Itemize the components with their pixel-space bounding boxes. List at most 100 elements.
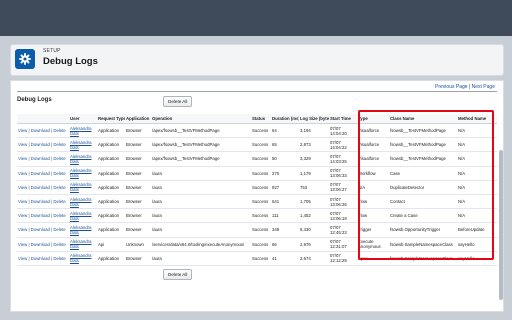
- cell-duration: 50: [271, 151, 299, 167]
- user-link[interactable]: Aleksandra Dats: [70, 126, 96, 136]
- cell-method-name: N/A: [457, 137, 497, 153]
- cell-log-size: 2,976: [299, 237, 329, 252]
- view-link[interactable]: View: [18, 156, 27, 161]
- separator: |: [27, 170, 30, 176]
- cell-type: Apex: [357, 251, 389, 266]
- column-header-duration[interactable]: Duration (ms): [271, 114, 299, 124]
- pager-separator: |: [468, 84, 471, 90]
- cell-request-type: Application: [97, 137, 125, 153]
- column-header-type[interactable]: Type: [357, 114, 389, 124]
- download-link[interactable]: Download: [31, 171, 50, 176]
- view-link[interactable]: View: [18, 256, 27, 261]
- cell-class-name: DuplicateDetector: [389, 180, 457, 195]
- delete-link[interactable]: Delete: [53, 242, 65, 247]
- view-link[interactable]: View: [18, 142, 27, 147]
- previous-page-link[interactable]: Previous Page: [435, 84, 468, 90]
- cell-request-type: Api: [97, 237, 125, 252]
- section-title: Debug Logs: [17, 97, 52, 103]
- cell-application: Browser: [125, 137, 151, 153]
- delete-link[interactable]: Delete: [53, 128, 65, 133]
- cell-log-size: 3,329: [299, 151, 329, 167]
- download-link[interactable]: Download: [31, 242, 50, 247]
- user-link[interactable]: Aleksandra Dats: [70, 253, 96, 263]
- download-link[interactable]: Download: [31, 256, 50, 261]
- delete-link[interactable]: Delete: [53, 256, 65, 261]
- view-link[interactable]: View: [18, 185, 27, 190]
- column-header-operation[interactable]: Operation: [151, 114, 251, 124]
- download-link[interactable]: Download: [31, 185, 50, 190]
- cell-duration: 66: [271, 237, 299, 252]
- view-link[interactable]: View: [18, 227, 27, 232]
- delete-link[interactable]: Delete: [53, 156, 65, 161]
- user-link[interactable]: Aleksandra Dats: [70, 154, 96, 164]
- row-actions: View | Download | Delete: [17, 194, 69, 210]
- column-header-method-name[interactable]: Method Name: [457, 114, 497, 124]
- separator: |: [49, 184, 53, 190]
- cell-status: Success: [251, 180, 271, 195]
- delete-link[interactable]: Delete: [53, 227, 65, 232]
- delete-link[interactable]: Delete: [53, 142, 65, 147]
- download-link[interactable]: Download: [31, 199, 50, 204]
- separator: |: [49, 227, 53, 233]
- user-link[interactable]: Aleksandra Dats: [70, 239, 96, 249]
- view-link[interactable]: View: [18, 128, 27, 133]
- column-header-user[interactable]: User: [69, 114, 97, 124]
- download-link[interactable]: Download: [31, 128, 50, 133]
- column-header-log-size[interactable]: Log Size (bytes): [299, 114, 329, 124]
- cell-request-type: Application: [97, 123, 125, 139]
- delete-all-button-top[interactable]: Delete All: [163, 96, 193, 107]
- column-header-request-type[interactable]: Request Type: [97, 114, 125, 124]
- view-link[interactable]: View: [18, 171, 27, 176]
- cell-log-size: 1,705: [299, 194, 329, 210]
- cell-user: Aleksandra Dats: [69, 137, 97, 153]
- cell-duration: 641: [271, 194, 299, 210]
- table-row: View | Download | Delete Aleksandra Dats A…: [17, 222, 497, 238]
- cell-type: Visualforce: [357, 137, 389, 153]
- cell-application: Unknown: [125, 237, 151, 252]
- user-link[interactable]: Aleksandra Dats: [70, 211, 96, 221]
- table-row: View | Download | Delete Aleksandra Dats A…: [17, 208, 497, 224]
- vertical-scrollbar[interactable]: [499, 150, 503, 300]
- row-actions: View | Download | Delete: [17, 151, 69, 167]
- cell-operation: /services/data/v64.0/tooling/executeAnon…: [151, 237, 251, 252]
- column-header-class-name[interactable]: Class Name: [389, 114, 457, 124]
- view-link[interactable]: View: [18, 242, 27, 247]
- cell-duration: 64: [271, 123, 299, 139]
- view-link[interactable]: View: [18, 213, 27, 218]
- cell-method-name: N/A: [457, 123, 497, 139]
- delete-link[interactable]: Delete: [53, 213, 65, 218]
- next-page-link[interactable]: Next Page: [472, 84, 495, 90]
- cell-type: Workflow: [357, 166, 389, 181]
- setup-gear-icon: [15, 49, 35, 69]
- user-link[interactable]: Aleksandra Dats: [70, 197, 96, 207]
- cell-status: Success: [251, 222, 271, 238]
- separator: |: [27, 255, 30, 261]
- column-header-application[interactable]: Application: [125, 114, 151, 124]
- delete-link[interactable]: Delete: [53, 199, 65, 204]
- user-link[interactable]: Aleksandra Dats: [70, 225, 96, 235]
- user-link[interactable]: Aleksandra Dats: [70, 168, 96, 178]
- user-link[interactable]: Aleksandra Dats: [70, 182, 96, 192]
- cell-user: Aleksandra Dats: [69, 151, 97, 167]
- delete-all-button-bottom[interactable]: Delete All: [163, 269, 193, 280]
- download-link[interactable]: Download: [31, 156, 50, 161]
- cell-type: N/A: [357, 180, 389, 195]
- cell-class-name: fsowsb__TestVFMethodPage: [389, 151, 457, 167]
- delete-link[interactable]: Delete: [53, 171, 65, 176]
- view-link[interactable]: View: [18, 199, 27, 204]
- cell-status: Success: [251, 208, 271, 224]
- column-header-start-time[interactable]: Start Time: [329, 114, 357, 124]
- cell-start-time: 07/07 14:04:20: [329, 123, 357, 139]
- column-header-status[interactable]: Status: [251, 114, 271, 124]
- user-link[interactable]: Aleksandra Dats: [70, 140, 96, 150]
- delete-link[interactable]: Delete: [53, 185, 65, 190]
- cell-method-name: sayHello: [457, 251, 497, 266]
- table-row: View | Download | Delete Aleksandra Dats A…: [17, 194, 497, 210]
- row-actions: View | Download | Delete: [17, 208, 69, 224]
- download-link[interactable]: Download: [31, 227, 50, 232]
- cell-duration: 41: [271, 251, 299, 266]
- cell-operation: /aura: [151, 222, 251, 238]
- download-link[interactable]: Download: [31, 142, 50, 147]
- separator: |: [49, 128, 53, 134]
- download-link[interactable]: Download: [31, 213, 50, 218]
